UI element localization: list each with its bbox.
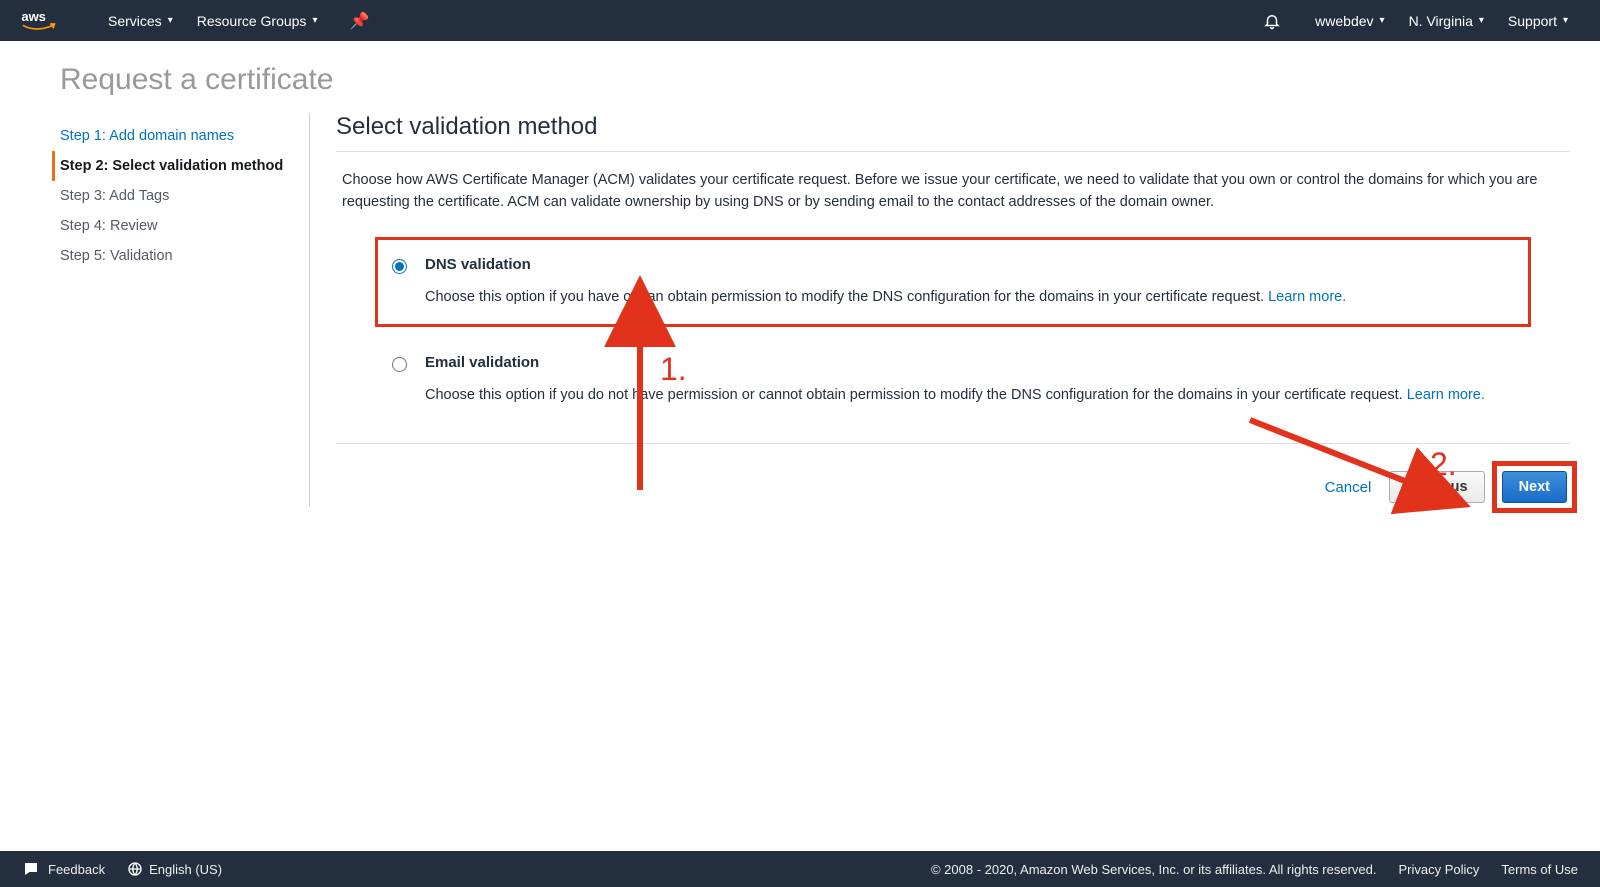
- resource-groups-menu[interactable]: Resource Groups ▾: [185, 0, 330, 41]
- option-dns-desc-text: Choose this option if you have or can ob…: [425, 289, 1268, 305]
- step-2-select-validation-method[interactable]: Step 2: Select validation method: [52, 151, 309, 181]
- radio-email-validation[interactable]: [392, 357, 407, 372]
- feedback-label: Feedback: [48, 862, 105, 877]
- step-5-validation: Step 5: Validation: [52, 241, 309, 271]
- previous-button[interactable]: Previous: [1389, 471, 1484, 503]
- top-nav: aws Services ▾ Resource Groups ▾ 📌 wwebd…: [0, 0, 1600, 41]
- support-menu[interactable]: Support ▾: [1496, 0, 1580, 41]
- option-email-title: Email validation: [425, 354, 1485, 371]
- feedback-link[interactable]: Feedback: [22, 860, 105, 878]
- support-label: Support: [1508, 13, 1557, 29]
- region-menu[interactable]: N. Virginia ▾: [1397, 0, 1496, 41]
- option-dns-description: Choose this option if you have or can ob…: [425, 287, 1346, 309]
- notification-bell-icon[interactable]: [1251, 0, 1293, 41]
- cancel-link[interactable]: Cancel: [1325, 479, 1372, 496]
- footer: Feedback English (US) © 2008 - 2020, Ama…: [0, 851, 1600, 887]
- resource-groups-label: Resource Groups: [197, 13, 307, 29]
- main-panel: Select validation method Choose how AWS …: [310, 113, 1570, 506]
- chevron-down-icon: ▾: [1563, 15, 1568, 26]
- step-4-review: Step 4: Review: [52, 211, 309, 241]
- chevron-down-icon: ▾: [168, 15, 173, 26]
- next-button[interactable]: Next: [1502, 471, 1567, 503]
- chevron-down-icon: ▾: [1479, 15, 1484, 26]
- button-row: Cancel Previous Next: [336, 452, 1570, 506]
- services-menu[interactable]: Services ▾: [96, 0, 185, 41]
- next-button-highlight: Next: [1499, 468, 1570, 506]
- services-label: Services: [108, 13, 162, 29]
- section-title: Select validation method: [336, 113, 1570, 152]
- section-description: Choose how AWS Certificate Manager (ACM)…: [336, 152, 1570, 238]
- chevron-down-icon: ▾: [1380, 15, 1385, 26]
- language-label: English (US): [149, 862, 222, 877]
- svg-text:aws: aws: [21, 9, 46, 24]
- pin-icon[interactable]: 📌: [337, 0, 381, 41]
- option-email-validation[interactable]: Email validation Choose this option if y…: [376, 336, 1530, 425]
- copyright-text: © 2008 - 2020, Amazon Web Services, Inc.…: [931, 862, 1377, 877]
- language-selector[interactable]: English (US): [127, 861, 222, 877]
- step-3-add-tags: Step 3: Add Tags: [52, 181, 309, 211]
- learn-more-link-dns[interactable]: Learn more.: [1268, 289, 1346, 305]
- step-1-add-domain-names[interactable]: Step 1: Add domain names: [52, 121, 309, 151]
- aws-logo[interactable]: aws: [20, 8, 66, 34]
- region-label: N. Virginia: [1409, 13, 1473, 29]
- account-menu[interactable]: wwebdev ▾: [1303, 0, 1396, 41]
- chevron-down-icon: ▾: [312, 15, 317, 26]
- wizard-steps-sidebar: Step 1: Add domain names Step 2: Select …: [52, 113, 310, 506]
- option-email-desc-text: Choose this option if you do not have pe…: [425, 387, 1407, 403]
- learn-more-link-email[interactable]: Learn more.: [1407, 387, 1485, 403]
- terms-of-use-link[interactable]: Terms of Use: [1501, 862, 1578, 877]
- account-label: wwebdev: [1315, 13, 1373, 29]
- privacy-policy-link[interactable]: Privacy Policy: [1399, 862, 1480, 877]
- option-email-description: Choose this option if you do not have pe…: [425, 385, 1485, 407]
- option-dns-validation[interactable]: DNS validation Choose this option if you…: [376, 238, 1530, 327]
- radio-dns-validation[interactable]: [392, 259, 407, 274]
- option-dns-title: DNS validation: [425, 256, 1346, 273]
- page-title: Request a certificate: [0, 41, 1600, 113]
